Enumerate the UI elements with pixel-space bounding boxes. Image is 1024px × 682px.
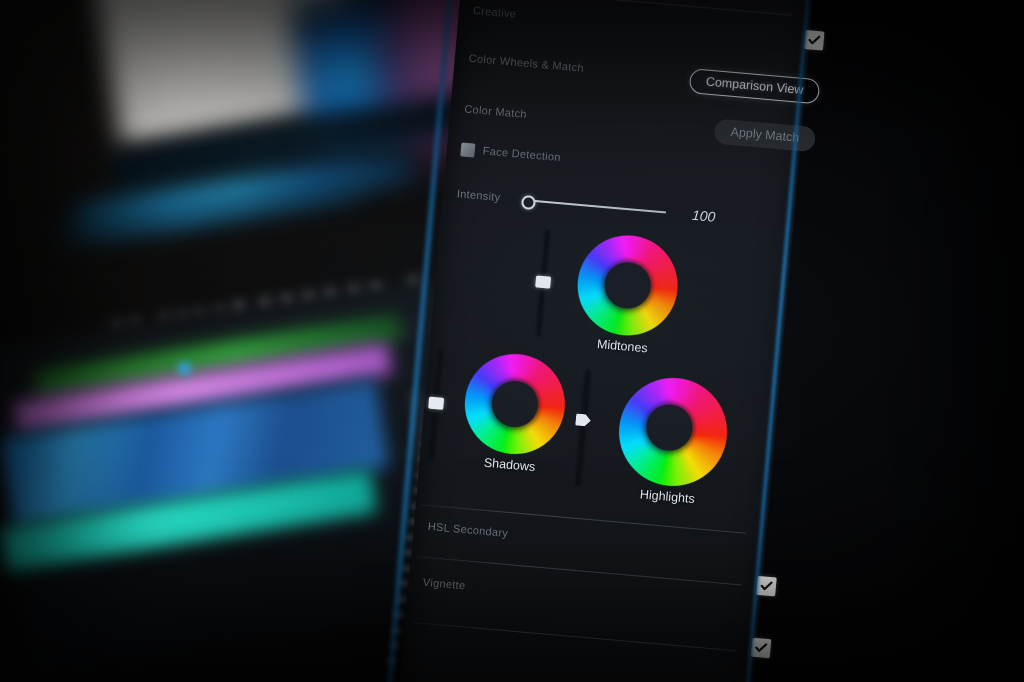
creative-checkbox[interactable] xyxy=(803,29,825,51)
timeline-playhead xyxy=(178,362,191,375)
toolbar-icon xyxy=(110,317,123,330)
lumetri-color-panel: Creative Color Wheels & Match Comparison… xyxy=(393,0,825,682)
comparison-view-row: Comparison View xyxy=(454,48,835,106)
toolbar-icon xyxy=(128,315,141,328)
intensity-slider[interactable] xyxy=(520,194,667,214)
color-match-label: Color Match xyxy=(463,103,528,121)
section-label-vignette: Vignette xyxy=(422,576,466,593)
check-icon xyxy=(808,35,821,45)
highlights-luma-slider-knob[interactable] xyxy=(575,413,591,426)
midtones-label: Midtones xyxy=(596,337,649,356)
face-detection-checkbox-icon[interactable] xyxy=(460,142,476,158)
check-icon xyxy=(755,643,768,652)
color-match-row: Color Match Apply Match xyxy=(449,95,830,153)
highlights-label: Highlights xyxy=(639,487,696,507)
hsl-secondary-checkbox[interactable] xyxy=(756,575,777,597)
shadows-luma-slider-knob[interactable] xyxy=(428,396,445,410)
section-label-hsl-secondary: HSL Secondary xyxy=(427,520,509,540)
wheel-group-shadows: Shadows xyxy=(428,349,570,476)
screenshot-root: Creative Color Wheels & Match Comparison… xyxy=(0,0,1024,682)
midtones-luma-slider-knob[interactable] xyxy=(535,275,552,289)
vignette-checkbox[interactable] xyxy=(750,637,772,659)
wheel-group-highlights: Highlights xyxy=(613,370,732,508)
highlights-luma-slider[interactable] xyxy=(575,370,591,487)
intensity-row: Intensity 100 xyxy=(442,185,822,234)
midtones-color-wheel[interactable] xyxy=(573,231,682,340)
section-row-creative[interactable]: Creative xyxy=(458,0,838,52)
highlights-color-wheel[interactable] xyxy=(614,373,732,491)
midtones-luma-slider[interactable] xyxy=(535,230,552,336)
apply-match-button[interactable]: Apply Match xyxy=(713,118,817,153)
shadows-label: Shadows xyxy=(483,455,536,475)
intensity-label: Intensity xyxy=(456,188,501,204)
check-icon xyxy=(760,581,773,591)
shadows-luma-slider[interactable] xyxy=(428,349,445,460)
intensity-value: 100 xyxy=(691,206,717,225)
wheel-group-midtones: Midtones xyxy=(535,230,682,357)
section-label-creative: Creative xyxy=(472,4,517,21)
shadows-color-wheel[interactable] xyxy=(460,349,570,459)
intensity-slider-knob[interactable] xyxy=(520,194,537,211)
face-detection-label: Face Detection xyxy=(482,145,562,165)
